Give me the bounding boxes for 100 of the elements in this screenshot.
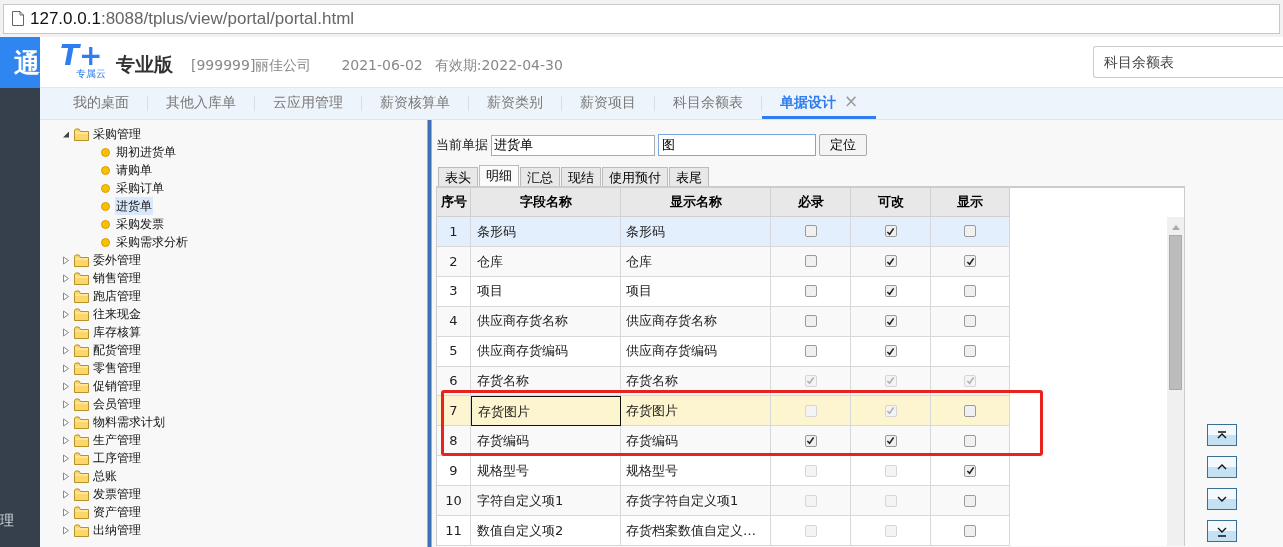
expand-icon[interactable] [62, 291, 70, 301]
address-bar[interactable]: 127.0.0.1:8088/tplus/view/portal/portal.html [3, 3, 1280, 34]
tree-item[interactable]: 销售管理 [93, 269, 141, 287]
scroll-up-icon[interactable] [1171, 225, 1180, 230]
table-row[interactable]: 1 条形码 条形码 [437, 216, 1010, 247]
tab[interactable]: 使用预付 [602, 167, 668, 186]
tree-item[interactable]: 采购管理 [93, 125, 141, 143]
table-row[interactable]: 10 字符自定义项1 存货字符自定义项1 [437, 486, 1010, 517]
checkbox[interactable] [964, 404, 976, 417]
tree-item[interactable]: 零售管理 [93, 359, 141, 377]
tree-item[interactable]: 库存核算 [93, 323, 141, 341]
expand-icon[interactable] [62, 489, 70, 499]
checkbox[interactable] [884, 285, 897, 298]
move-down-button[interactable] [1207, 488, 1237, 510]
expand-icon[interactable] [62, 381, 70, 391]
tree-item[interactable]: 进货单 [115, 197, 153, 215]
edit-field[interactable]: 存货图片 [471, 396, 621, 427]
table-row[interactable]: 11 数值自定义项2 存货档案数值自定义… [437, 516, 1010, 546]
checkbox[interactable] [804, 315, 817, 328]
tree-item[interactable]: 工序管理 [93, 449, 141, 467]
tree-item[interactable]: 物料需求计划 [93, 413, 165, 431]
tree-item[interactable]: 采购需求分析 [115, 233, 189, 251]
expand-icon[interactable] [62, 327, 70, 337]
table-row[interactable]: 7 存货图片 存货图片 [437, 396, 1010, 427]
checkbox[interactable] [964, 315, 976, 328]
checkbox[interactable] [964, 434, 976, 447]
checkbox[interactable] [964, 524, 976, 537]
table-row[interactable]: 2 仓库 仓库 [437, 246, 1010, 277]
tab[interactable]: 薪资类别 [469, 88, 561, 119]
document-field[interactable]: 进货单 [491, 134, 655, 156]
tree-item[interactable]: 资产管理 [93, 503, 141, 521]
tab[interactable]: 现结 [561, 167, 601, 186]
find-field[interactable]: 图 [658, 134, 816, 156]
expand-icon[interactable] [62, 417, 70, 427]
checkbox[interactable] [964, 345, 976, 358]
checkbox[interactable] [884, 434, 897, 447]
collapse-icon[interactable] [62, 129, 70, 139]
tree-item[interactable]: 委外管理 [93, 251, 141, 269]
checkbox[interactable] [964, 225, 976, 238]
tab[interactable]: 我的桌面 [61, 88, 147, 119]
tab[interactable]: 薪资项目 [562, 88, 654, 119]
expand-icon[interactable] [62, 435, 70, 445]
expand-icon[interactable] [62, 345, 70, 355]
checkbox[interactable] [884, 255, 897, 268]
tree-item[interactable]: 促销管理 [93, 377, 141, 395]
move-top-button[interactable] [1207, 424, 1237, 446]
table-row[interactable]: 4 供应商存货名称 供应商存货名称 [437, 306, 1010, 337]
search-field[interactable]: 科目余额表 [1093, 46, 1283, 78]
tab[interactable]: 云应用管理 [255, 88, 361, 119]
expand-icon[interactable] [62, 525, 70, 535]
scrollbar[interactable] [1167, 217, 1184, 546]
tab[interactable]: 科目余额表 [655, 88, 761, 119]
nav-glyph[interactable]: 理 [0, 513, 40, 527]
table-row[interactable]: 8 存货编码 存货编码 [437, 426, 1010, 457]
tree-item[interactable]: 发票管理 [93, 485, 141, 503]
tree-item[interactable]: 生产管理 [93, 431, 141, 449]
move-bottom-button[interactable] [1207, 520, 1237, 542]
check-icon [965, 376, 975, 386]
expand-icon[interactable] [62, 363, 70, 373]
expand-icon[interactable] [62, 273, 70, 283]
checkbox[interactable] [804, 434, 817, 447]
checkbox[interactable] [964, 255, 976, 268]
checkbox[interactable] [964, 285, 976, 298]
tree-item[interactable]: 出纳管理 [93, 521, 141, 539]
tree-item[interactable]: 采购订单 [115, 179, 165, 197]
tree-item[interactable]: 往来现金 [93, 305, 141, 323]
tab[interactable]: 汇总 [520, 167, 560, 186]
tab[interactable]: 薪资核算单 [362, 88, 468, 119]
tab[interactable]: 表尾 [669, 167, 709, 186]
checkbox[interactable] [884, 345, 897, 358]
tree-item[interactable]: 会员管理 [93, 395, 141, 413]
checkbox[interactable] [804, 255, 817, 268]
checkbox[interactable] [884, 315, 897, 328]
tab[interactable]: 其他入库单 [148, 88, 254, 119]
table-row[interactable]: 9 规格型号 规格型号 [437, 456, 1010, 487]
tree-item[interactable]: 请购单 [115, 161, 153, 179]
expand-icon[interactable] [62, 399, 70, 409]
table-row[interactable]: 3 项目 项目 [437, 276, 1010, 307]
checkbox[interactable] [804, 225, 817, 238]
checkbox[interactable] [884, 225, 897, 238]
folder-icon [74, 325, 89, 339]
tree-item[interactable]: 期初进货单 [115, 143, 177, 161]
expand-icon[interactable] [62, 507, 70, 517]
table-row[interactable]: 5 供应商存货编码 供应商存货编码 [437, 336, 1010, 367]
expand-icon[interactable] [62, 255, 70, 265]
tree-item[interactable]: 配货管理 [93, 341, 141, 359]
tab[interactable]: 表头 [438, 167, 478, 186]
tab[interactable]: 明细 [479, 165, 519, 186]
checkbox[interactable] [804, 345, 817, 358]
expand-icon[interactable] [62, 453, 70, 463]
expand-icon[interactable] [62, 471, 70, 481]
tree-item[interactable]: 跑店管理 [93, 287, 141, 305]
expand-icon[interactable] [62, 309, 70, 319]
checkbox[interactable] [964, 464, 976, 477]
tree-item[interactable]: 采购发票 [115, 215, 165, 233]
checkbox[interactable] [804, 285, 817, 298]
locate-button[interactable]: 定位 [819, 134, 867, 156]
checkbox[interactable] [964, 494, 976, 507]
move-up-button[interactable] [1207, 456, 1237, 478]
tree-item[interactable]: 总账 [93, 467, 117, 485]
